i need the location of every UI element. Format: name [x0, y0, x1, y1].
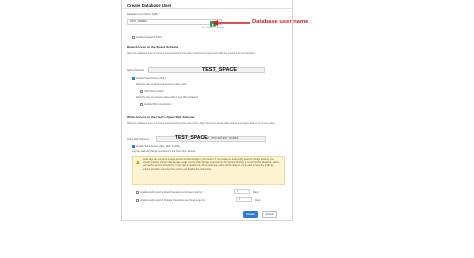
enable-hdi-row[interactable]: Enable HDI Consumption: [140, 103, 171, 106]
enable-hdi-label: Enable HDI Consumption: [144, 103, 172, 106]
warning-icon: [136, 160, 140, 164]
audit-read-days-unit: Days: [253, 191, 259, 194]
hdi-description: Allow the user to consume space data in …: [136, 97, 199, 99]
write-access-heading: Write Access to the User's Open SQL Sche…: [127, 115, 195, 119]
create-button[interactable]: Create: [243, 211, 258, 218]
enable-write-access-checkbox[interactable]: [132, 145, 135, 148]
audit-change-days-unit: Days: [255, 199, 261, 202]
user-name-input[interactable]: TEST_NAMES: [127, 19, 222, 25]
audit-warning-text: Audit logs can consume a large amount of…: [143, 159, 279, 171]
enable-password-policy-checkbox[interactable]: [132, 36, 135, 39]
audit-read-label: Enable Audit Logs for Read Operations an…: [140, 191, 203, 194]
enable-password-policy-row[interactable]: Enable Password Policy: [132, 36, 162, 39]
with-grant-option-checkbox[interactable]: [140, 90, 143, 93]
audit-change-checkbox[interactable]: [136, 199, 139, 202]
audit-log-label: Log the read and change operations in th…: [132, 151, 196, 153]
annotation-arrow: [212, 20, 250, 26]
open-sql-schema-input: TEST_SPACE#TEST_NAMES: [156, 136, 266, 142]
open-sql-schema-value: TEST_SPACE#TEST_NAMES: [203, 137, 239, 140]
annotation-database-user-name: Database user name: [252, 19, 309, 25]
user-name-label: Database User Name Suffix *: [127, 13, 160, 16]
write-access-description: Allow the database user to connect exter…: [127, 122, 276, 125]
audit-read-checkbox[interactable]: [136, 191, 139, 194]
audit-change-row[interactable]: Enable Audit Logs for Change Operations …: [136, 199, 205, 202]
enable-hdi-checkbox[interactable]: [140, 103, 143, 106]
enable-write-access-row[interactable]: Enable Write Access (SQL, DDL, & DML): [132, 145, 180, 148]
enable-read-access-label: Enable Read Access (SQL): [136, 77, 166, 80]
audit-read-row[interactable]: Enable Audit Logs for Read Operations an…: [136, 191, 202, 194]
dialog-titlebar: Create Database User: [122, 0, 292, 9]
enable-password-policy-label: Enable Password Policy: [136, 36, 163, 39]
space-schema-label: Space Schema: [127, 69, 144, 72]
annotation-open-sql-schema: TEST_SPACE: [175, 135, 208, 141]
dialog-title: Create Database User: [127, 3, 172, 8]
enable-write-access-label: Enable Write Access (SQL, DDL, & DML): [136, 145, 181, 148]
grant-description: Allow the user to grant read access to o…: [136, 84, 187, 86]
audit-change-label: Enable Audit Logs for Change Operations …: [140, 199, 205, 202]
audit-change-days-input[interactable]: 7: [236, 197, 252, 202]
annotation-space-schema: TEST_SPACE: [202, 67, 237, 73]
annotation-arrow-head: [212, 20, 218, 26]
enable-read-access-row[interactable]: Enable Read Access (SQL): [132, 77, 166, 80]
with-grant-option-row[interactable]: With Grant Option: [140, 90, 164, 93]
enable-read-access-checkbox[interactable]: [132, 77, 135, 80]
audit-read-days-input[interactable]: 7: [234, 189, 250, 194]
cancel-button[interactable]: Cancel: [262, 211, 277, 218]
create-database-user-dialog: Create Database User Database User Name …: [121, 0, 293, 221]
read-access-heading: Read Access to the Space Schema: [127, 45, 179, 49]
with-grant-option-label: With Grant Option: [144, 90, 164, 93]
open-sql-schema-label: Open SQL Schema: [127, 138, 149, 141]
audit-warning: Audit logs can consume a large amount of…: [132, 156, 285, 185]
read-access-description: Allow the database user to connect exter…: [127, 52, 256, 55]
